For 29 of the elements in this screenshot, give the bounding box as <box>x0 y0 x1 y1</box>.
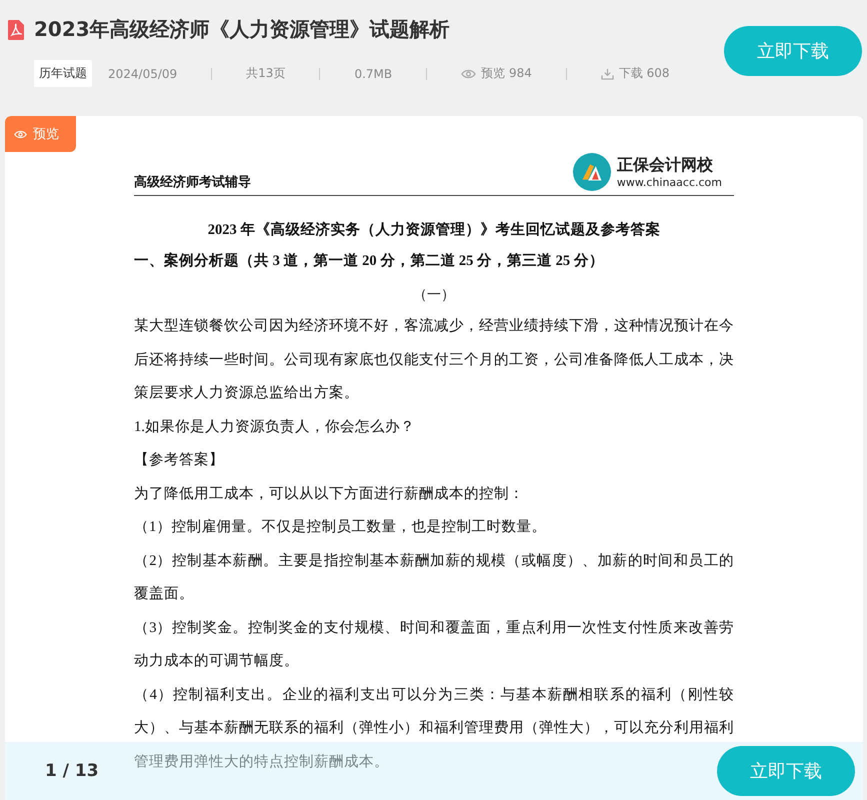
logo-icon <box>572 153 611 191</box>
paragraph: 某大型连锁餐饮公司因为经济环境不好，客流减少，经营业绩持续下滑，这种情况预计在今后还将持续一些时间。公司现有家底也仅能支付三个月的工资，公司准备降低人工成本，决策层要求人力资源总监给出方案。 <box>134 316 734 403</box>
page-count: 共13页 <box>246 65 286 82</box>
eye-icon <box>461 68 476 78</box>
logo-name: 正保会计网校 <box>616 155 714 176</box>
page-indicator: 1 / 13 <box>45 761 99 781</box>
download-button[interactable]: 立即下载 <box>724 26 862 76</box>
file-size: 0.7MB <box>354 66 392 80</box>
document-title: 2023年高级经济师《人力资源管理》试题解析 <box>34 16 450 43</box>
document-header: 高级经济师考试辅导 <box>134 173 251 191</box>
download-button[interactable]: 立即下载 <box>717 746 855 796</box>
download-count: 下载 608 <box>618 65 670 82</box>
category-tag: 历年试题 <box>34 60 92 87</box>
paragraph: （2）控制基本薪酬。主要是指控制基本薪酬加薪的规模（或幅度）、加薪的时间和员工的覆盖面。 <box>134 552 734 604</box>
paragraph: 【参考答案】 <box>134 450 225 470</box>
paragraph: 为了降低用工成本，可以从以下方面进行薪酬成本的控制： <box>134 484 525 504</box>
download-icon <box>600 68 614 80</box>
paragraph: （1）控制雇佣量。不仅是控制员工数量，也是控制工时数量。 <box>134 518 548 537</box>
paragraph: （3）控制奖金。控制奖金的支付规模、时间和覆盖面，重点利用一次性支付性质来改善劳动力成本的可调节幅度。 <box>134 618 734 671</box>
view-count: 预览 984 <box>481 65 532 82</box>
logo-url: www.chinaacc.com <box>616 176 722 189</box>
preview-label: 预览 <box>33 126 59 143</box>
paragraph: 1.如果你是人力资源负责人，你会怎么办？ <box>134 418 416 436</box>
upload-date: 2024/05/09 <box>108 66 178 80</box>
eye-icon <box>14 130 27 138</box>
exam-title: 2023 年《高级经济实务（人力资源管理）》考生回忆试题及参考答案 <box>206 220 662 239</box>
pdf-icon <box>8 20 24 40</box>
section-heading: 一、案例分析题（共 3 道，第一道 20 分，第二道 25 分，第三道 25 分） <box>134 251 605 270</box>
case-number: （一） <box>412 287 456 304</box>
